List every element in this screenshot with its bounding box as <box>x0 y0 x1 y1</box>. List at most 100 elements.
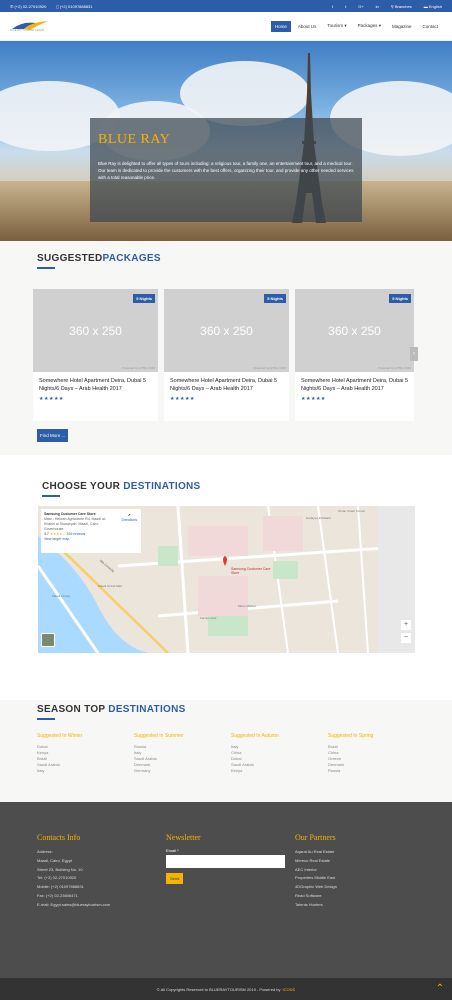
package-card[interactable]: 360 x 250 5 Nights Powered by HTML.COM Som… <box>164 289 289 421</box>
view-larger-map-link[interactable]: View larger map <box>44 537 138 542</box>
partner-link[interactable]: Mereco Real Estate <box>295 857 337 866</box>
destinations-header: CHOOSE YOUR DESTINATIONS <box>42 481 201 497</box>
nights-badge: 5 Nights <box>264 294 286 303</box>
cloud <box>180 61 310 126</box>
directions-icon: ⬈ <box>127 513 131 517</box>
partners: Our Partners Aqarat Au Real Estate Merec… <box>295 833 337 910</box>
scroll-top-button[interactable]: ⌃ <box>432 982 446 996</box>
season-heading: Suggested In Summer <box>134 733 184 739</box>
mobile-contact[interactable]: ▯ (+2) 01097888831 <box>56 4 92 9</box>
partner-link[interactable]: AEC Interior <box>295 866 337 875</box>
twitter-icon[interactable]: t <box>345 4 346 9</box>
partner-link[interactable]: Talents Hunters <box>295 901 337 910</box>
nav-home[interactable]: Home <box>270 20 291 32</box>
destination-link[interactable]: Germany <box>134 768 231 774</box>
season-column: Suggested In Spring Brazil China Greece … <box>328 733 425 774</box>
carousel-next-button[interactable]: › <box>410 347 418 361</box>
package-title[interactable]: Somewhere Hotel Apartment Deira, Dubai 5… <box>164 372 289 393</box>
chevron-down-icon: ▾ <box>378 23 381 28</box>
chevron-down-icon: ▾ <box>344 23 347 28</box>
branches-link[interactable]: ⚲ Branches <box>391 4 412 9</box>
satellite-toggle[interactable] <box>41 633 55 647</box>
season-column: Suggested In Winter Dubai Kenya Brazil S… <box>37 733 134 774</box>
google-map[interactable]: Samsung Customer Care Store Masr - Helwa… <box>38 506 415 653</box>
nights-badge: 5 Nights <box>133 294 155 303</box>
section-title: CHOOSE YOUR DESTINATIONS <box>42 481 201 492</box>
zoom-in-button[interactable]: + <box>401 620 411 630</box>
zoom-out-button[interactable]: − <box>401 633 411 643</box>
map-label: Oman Smart School <box>338 509 366 513</box>
chevron-up-icon: ⌃ <box>435 983 445 994</box>
linkedin-icon[interactable]: in <box>376 4 379 9</box>
package-title[interactable]: Somewhere Hotel Apartment Deira, Dubai 5… <box>33 372 158 393</box>
footer: Contacts Info Address: Maadi, Cairo, Egy… <box>0 802 452 978</box>
nav-magazine[interactable]: Magazine <box>388 21 416 32</box>
find-more-button[interactable]: Find More ... <box>37 429 69 442</box>
nav-tourism[interactable]: Tourism ▾ <box>323 20 350 32</box>
season-header: SEASON TOP DESTINATIONS <box>37 704 186 720</box>
section-title: SUGGESTEDPACKAGES <box>37 253 161 264</box>
copyright-bar: © All Copyrights Reserved to BLUERAYTOUR… <box>0 978 452 1000</box>
nav-contact[interactable]: Contact <box>418 21 442 32</box>
package-carousel: 360 x 250 5 Nights Powered by HTML.COM Som… <box>33 289 414 421</box>
partner-link[interactable]: Properties Middle East <box>295 874 337 883</box>
logo-text: BLUE RAY TOURISM GROUP <box>10 29 45 32</box>
place-info-card: Samsung Customer Care Store Masr - Helwa… <box>41 509 141 553</box>
season-heading: Suggested In Winter <box>37 733 83 739</box>
send-button[interactable]: Send <box>166 873 184 884</box>
season-heading: Suggested In Spring <box>328 733 374 739</box>
destination-link[interactable]: Russia <box>328 768 425 774</box>
email-link[interactable]: E-mail: Egypt.sales@blueraytourism.com <box>37 901 110 910</box>
star-rating: ★★★★★ <box>170 396 195 402</box>
package-image: 360 x 250 5 Nights Powered by HTML.COM <box>33 289 158 372</box>
star-rating: ★★★★★ <box>301 396 326 402</box>
map-label: Maadi Grand Mall <box>98 584 122 588</box>
map-label: Hadayeq El Maadi <box>306 516 331 520</box>
logo[interactable]: BLUE RAY TOURISM GROUP <box>10 16 54 36</box>
contacts-info: Contacts Info Address: Maadi, Cairo, Egy… <box>37 833 110 910</box>
season-columns: Suggested In Winter Dubai Kenya Brazil S… <box>37 733 425 774</box>
newsletter-email-input[interactable] <box>166 855 285 868</box>
title-underline <box>42 495 60 497</box>
google-plus-icon[interactable]: G+ <box>358 4 363 9</box>
hero-description: Blue Ray is delighted to offer all types… <box>98 161 354 180</box>
hero-caption: BLUE RAY Blue Ray is delighted to offer … <box>90 118 362 222</box>
package-image: 360 x 250 5 Nights Powered by HTML.COM <box>295 289 414 372</box>
copyright-text: © All Copyrights Reserved to BLUERAYTOUR… <box>156 986 281 992</box>
map-pin-label: Samsung Customer Care Store <box>231 567 271 575</box>
language-selector[interactable]: ▬ English <box>424 4 442 9</box>
nav-packages[interactable]: Packages ▾ <box>354 20 385 32</box>
map-label: Maadi Library <box>52 594 71 598</box>
destination-link[interactable]: Italy <box>37 768 134 774</box>
package-card[interactable]: 360 x 250 5 Nights Powered by HTML.COM Som… <box>33 289 158 421</box>
hero-title: BLUE RAY <box>98 132 171 147</box>
season-column: Suggested In Autumn Italy China Dubai Sa… <box>231 733 328 774</box>
newsletter: Newsletter Email * Send <box>166 833 285 884</box>
title-underline <box>37 267 55 269</box>
phone-contact[interactable]: ✆ (+2) 02-27010920 <box>10 4 46 9</box>
map-label: Metro Market <box>238 604 256 608</box>
nav-about[interactable]: About Us <box>294 21 321 32</box>
hero-banner: BLUE RAY Blue Ray is delighted to offer … <box>0 41 452 241</box>
facebook-icon[interactable]: f <box>332 4 333 9</box>
directions-button[interactable]: ⬈ Directions <box>121 513 137 523</box>
partner-link[interactable]: Read Software <box>295 892 337 901</box>
season-heading: Suggested In Autumn <box>231 733 279 739</box>
footer-heading: Contacts Info <box>37 833 81 842</box>
destination-link[interactable]: Kenya <box>231 768 328 774</box>
title-underline <box>37 718 55 720</box>
package-image: 360 x 250 5 Nights Powered by HTML.COM <box>164 289 289 372</box>
star-rating: ★★★★★ <box>39 396 64 402</box>
season-column: Suggested In Summer Russia Italy Saudi A… <box>134 733 231 774</box>
nights-badge: 5 Nights <box>389 294 411 303</box>
package-card[interactable]: 360 x 250 5 Nights Powered by HTML.COM Som… <box>295 289 414 421</box>
place-address: Masr - Helwan Agriculture Rd, Maadi al-K… <box>44 517 106 531</box>
footer-heading: Our Partners <box>295 833 336 842</box>
partner-link[interactable]: 4DGraphic Web Design <box>295 883 337 892</box>
partner-link[interactable]: Aqarat Au Real Estate <box>295 848 337 857</box>
package-title[interactable]: Somewhere Hotel Apartment Deira, Dubai 5… <box>295 372 414 393</box>
top-bar: ✆ (+2) 02-27010920 ▯ (+2) 01097888831 f … <box>0 0 452 12</box>
email-label: Email * <box>166 848 179 853</box>
section-title: SEASON TOP DESTINATIONS <box>37 704 186 715</box>
powered-by-link[interactable]: ICONS <box>283 987 296 992</box>
